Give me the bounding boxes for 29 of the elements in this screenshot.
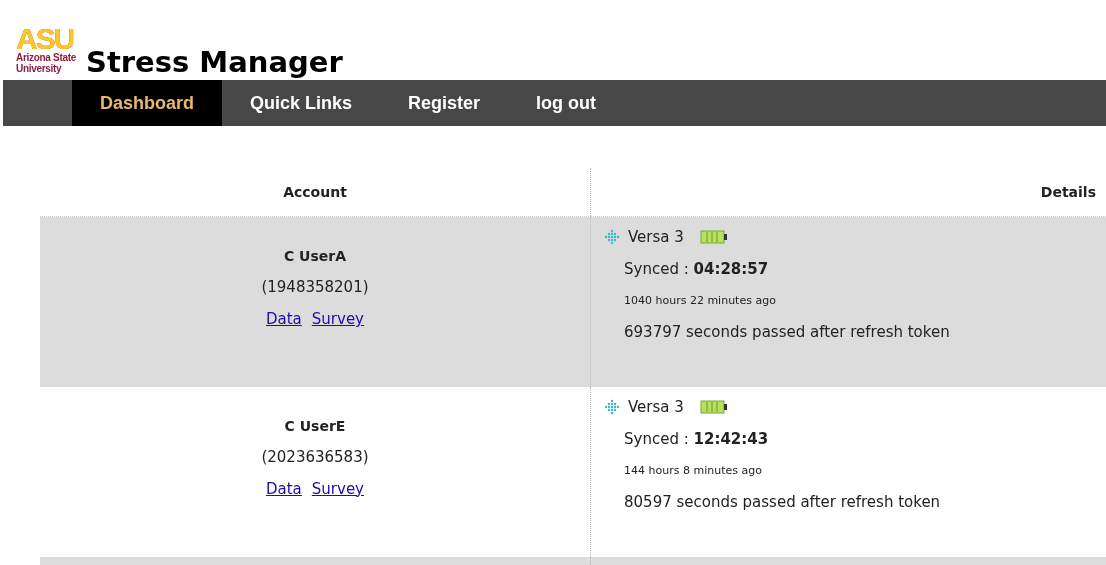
row-link[interactable]: Data	[266, 310, 302, 328]
app-title: Stress Manager	[86, 44, 343, 80]
synced-text: Synced : 12:42:43	[624, 429, 770, 448]
token-text: 80597 seconds passed after refresh token	[624, 492, 942, 511]
row-link[interactable]: Survey	[311, 479, 364, 498]
column-header: Account	[40, 168, 591, 217]
university-name: University	[16, 63, 63, 74]
time-ago: 144 hours 8 minutes ago	[624, 463, 763, 477]
row-link[interactable]: Survey	[311, 310, 364, 328]
column-header: Details	[590, 168, 1106, 217]
row-link[interactable]: Data	[266, 479, 302, 498]
university-name: Arizona State	[16, 52, 76, 63]
time-ago: 1040 hours 22 minutes ago	[624, 294, 777, 307]
user-id: (1948358201)	[261, 278, 369, 296]
user-name: C UserE	[284, 417, 346, 434]
battery-icon	[699, 399, 728, 414]
user-id: (2023636583)	[261, 447, 369, 466]
battery-icon	[699, 230, 728, 244]
device-name: Versa 3	[628, 228, 684, 246]
nav-tab[interactable]: Register	[380, 80, 509, 126]
synced-text: Synced : 04:28:57	[624, 260, 770, 278]
token-text: 693797 seconds passed after refresh token	[624, 323, 951, 341]
device-icon	[604, 398, 620, 415]
nav-tab[interactable]: Dashboard	[72, 80, 223, 126]
nav-tab[interactable]: Quick Links	[222, 80, 381, 126]
nav-tab[interactable]: log out	[508, 80, 625, 126]
device-name: Versa 3	[628, 397, 684, 416]
device-icon	[604, 229, 620, 245]
user-name: C UserA	[283, 248, 347, 264]
